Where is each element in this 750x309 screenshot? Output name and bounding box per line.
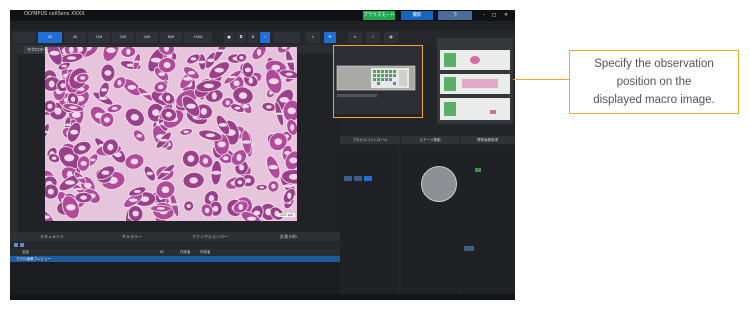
scale-bar-label: 200 μm [278, 213, 296, 217]
focus-panel-header[interactable]: プロセスコントロール [340, 136, 400, 144]
file-list-header: 名前 ID 作成者 作成者 [10, 249, 340, 256]
macro-image-highlight [333, 45, 423, 118]
acquire-slide-button[interactable] [475, 168, 481, 172]
menu-bar: ファイル 編集 ビュー 取り込み 画像 計測 ツール ウィンドウ ヘルプ [10, 21, 515, 37]
stop-icon[interactable]: ■ [224, 32, 234, 43]
dropdown-icon[interactable]: ▾ [348, 32, 362, 43]
slide-thumbnail-2[interactable] [440, 74, 510, 94]
column-id[interactable]: ID [160, 249, 164, 256]
column-author[interactable]: 作成者 [200, 249, 211, 256]
zoom-icon[interactable]: ⌕ [260, 32, 270, 43]
acquire-button[interactable]: 撮影 [401, 11, 433, 20]
focus-panel [340, 146, 397, 294]
tab-function-bar[interactable]: ファンクションバー [192, 232, 228, 241]
tab-document[interactable]: ドキュメント [40, 232, 64, 241]
brightfield-button[interactable] [13, 32, 35, 43]
camera-icon[interactable]: ◘ [236, 32, 246, 43]
status-bar [10, 294, 515, 300]
navigation-icon[interactable]: ✥ [324, 32, 336, 43]
stage-joystick[interactable] [421, 166, 457, 202]
column-creator[interactable]: 作成者 [180, 249, 191, 256]
callout-line-1: Specify the observation [594, 58, 714, 70]
column-name[interactable]: 名前 [22, 249, 29, 256]
close-icon[interactable]: ✕ [502, 11, 510, 20]
slide-thumbnail-1[interactable] [440, 50, 510, 70]
new-icon[interactable] [14, 243, 18, 247]
bottom-tab-strip: ドキュメント ギャラリー ファンクションバー 計測 Info [10, 232, 340, 241]
maximize-icon[interactable]: □ [490, 11, 498, 20]
check-icon[interactable]: ✓ [366, 32, 380, 43]
slide-thumbnail-3[interactable] [440, 98, 510, 120]
objective-4x-button[interactable]: 4X [64, 32, 86, 43]
callout-line-3: displayed macro image. [593, 94, 715, 106]
minimize-icon[interactable]: – [480, 11, 488, 20]
zoom-select[interactable] [274, 32, 300, 43]
specimen-image [36, 37, 307, 229]
objective-60x-button[interactable]: 60X [160, 32, 182, 43]
start-button[interactable] [464, 246, 474, 251]
callout-line-2: position on the [616, 76, 692, 88]
tissue-section-image [36, 37, 307, 229]
objective-2x-button[interactable]: 2X [38, 32, 62, 43]
title-bar: OLYMPUS cellSens XXXX ブラウズモード 撮影 ラ – □ ✕ [10, 10, 515, 21]
tab-measure-info[interactable]: 計測 Info [280, 232, 297, 241]
focus-button-3[interactable] [364, 176, 372, 181]
row-name: マクロ画像プレビュー [16, 257, 51, 261]
slide-panel-header[interactable]: 標準画像取得 [460, 136, 515, 144]
window-title: OLYMPUS cellSens XXXX [24, 11, 85, 17]
macro-thumbnail-list [437, 38, 513, 124]
pointer-icon[interactable]: ↖ [306, 32, 320, 43]
file-list-toolbar [10, 241, 340, 249]
callout-connector [513, 79, 569, 80]
open-icon[interactable] [20, 243, 24, 247]
stage-panel-header[interactable]: ステージ移動 [401, 136, 459, 144]
browse-mode-button[interactable]: ブラウズモード [363, 11, 395, 20]
focus-button[interactable] [344, 176, 352, 181]
table-row[interactable]: マクロ画像プレビュー [10, 256, 340, 262]
mode-button[interactable]: ラ [438, 11, 472, 20]
settings-icon[interactable]: ⚙ [248, 32, 258, 43]
stage-panel [401, 146, 459, 294]
objective-20x-button[interactable]: 20X [112, 32, 134, 43]
callout-box: Specify the observation position on the … [569, 50, 739, 114]
vertical-ruler [10, 54, 18, 232]
objective-100x-button[interactable]: 100X [184, 32, 212, 43]
grid-icon[interactable]: ▦ [384, 32, 398, 43]
focus-button-2[interactable] [354, 176, 362, 181]
tab-gallery[interactable]: ギャラリー [122, 232, 142, 241]
slide-panel [460, 146, 515, 294]
objective-10x-button[interactable]: 10X [88, 32, 110, 43]
objective-40x-button[interactable]: 40X [136, 32, 158, 43]
file-list-panel: 名前 ID 作成者 作成者 マクロ画像プレビュー [10, 241, 340, 294]
